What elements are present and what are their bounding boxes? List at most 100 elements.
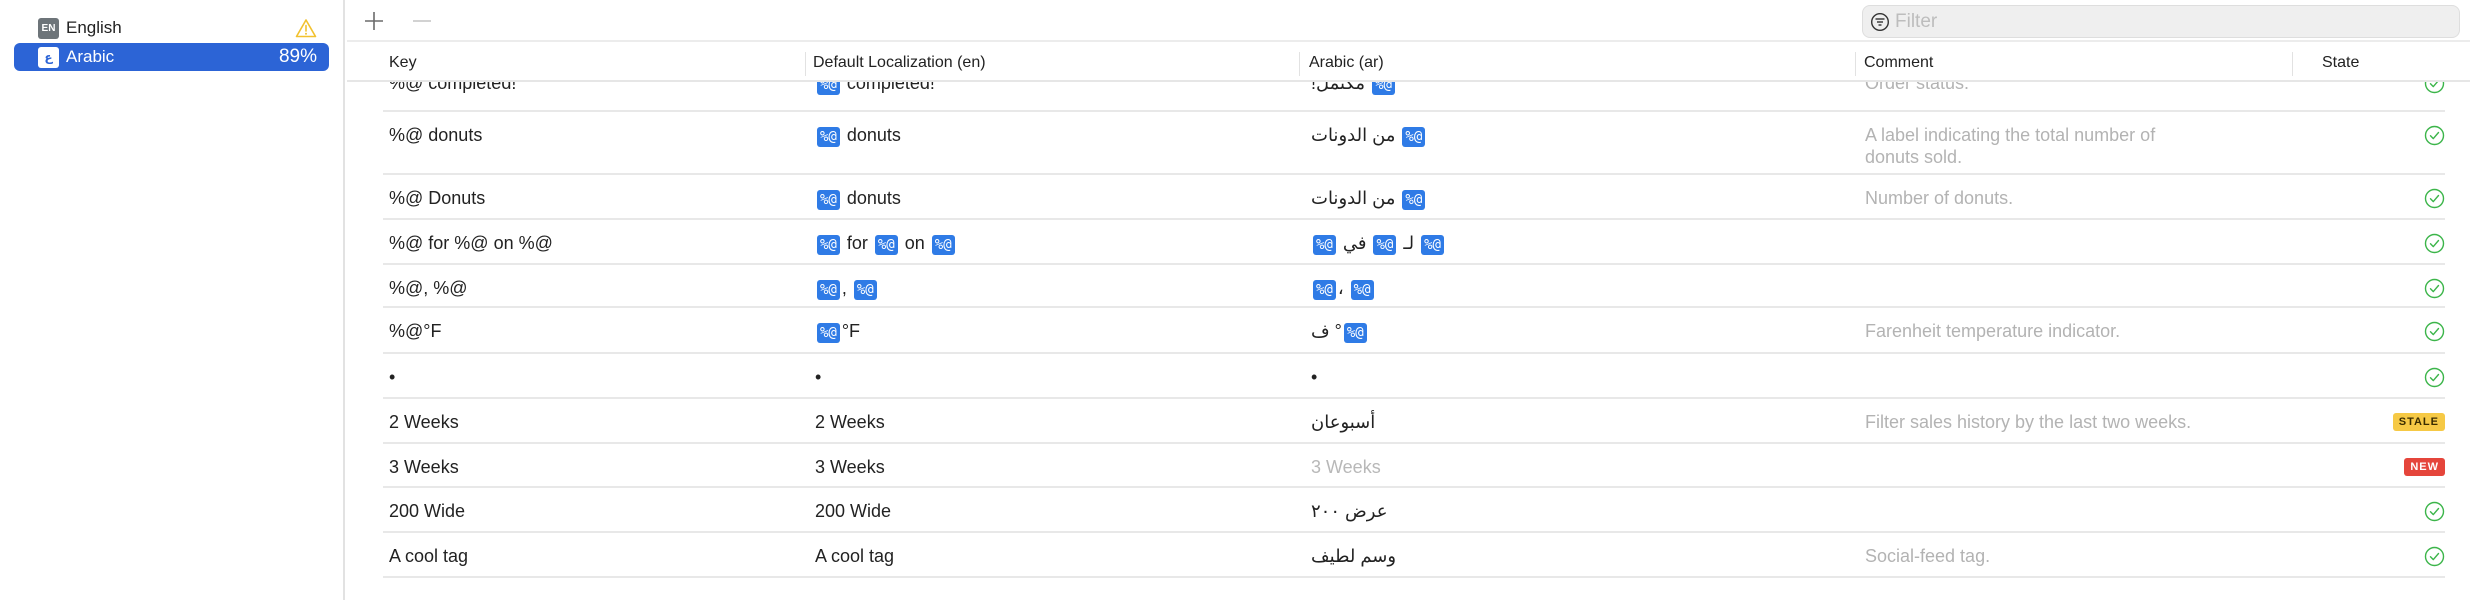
arabic-translation-cell[interactable]: وسم لطيف xyxy=(1311,545,1396,567)
sidebar-item-arabic[interactable]: ع Arabic 89% xyxy=(14,43,329,71)
column-header-arabic[interactable]: Arabic (ar) xyxy=(1309,44,1384,82)
comment-cell[interactable]: A label indicating the total number of d… xyxy=(1865,124,2205,168)
column-divider[interactable] xyxy=(805,52,806,76)
text-segment: من الدونات xyxy=(1311,188,1401,208)
text-segment: في xyxy=(1337,233,1372,253)
state-cell: STALE xyxy=(2385,413,2445,431)
translated-check-icon xyxy=(2424,82,2445,94)
translated-check-icon xyxy=(2424,546,2445,567)
arabic-translation-cell[interactable]: %@ من الدونات xyxy=(1311,187,1427,210)
translated-check-icon xyxy=(2424,278,2445,299)
arabic-translation-cell[interactable]: %@ من الدونات xyxy=(1311,124,1427,147)
table-row[interactable]: 3 Weeks 3 Weeks 3 Weeks NEW xyxy=(383,444,2445,488)
text-segment: °F xyxy=(841,321,861,341)
arabic-translation-cell[interactable]: 3 Weeks xyxy=(1311,456,1381,478)
table-row[interactable]: %@°F %@ °F %@° ف Farenheit temperature indic… xyxy=(383,308,2445,354)
filter-input[interactable] xyxy=(1895,10,2435,33)
comment-cell[interactable]: Number of donuts. xyxy=(1865,187,2205,209)
arabic-translation-cell[interactable]: %@ لـ %@ في %@ xyxy=(1311,232,1446,255)
comment-cell[interactable]: Order status. xyxy=(1865,82,2205,94)
text-segment: • xyxy=(815,367,822,387)
default-localization-cell[interactable]: 200 Wide xyxy=(815,500,891,522)
language-code-badge: EN xyxy=(38,17,59,39)
table-row[interactable]: A cool tag A cool tag وسم لطيف Social-feed … xyxy=(383,533,2445,578)
format-placeholder-chip: %@ xyxy=(817,127,840,147)
new-badge: NEW xyxy=(2404,458,2445,476)
table-row[interactable]: %@ donuts %@ donuts %@ من الدونات A label i… xyxy=(383,112,2445,175)
sidebar-item-english[interactable]: EN English xyxy=(14,14,329,42)
default-localization-cell[interactable]: %@ for %@ on %@ xyxy=(815,232,957,255)
default-localization-cell[interactable]: %@ °F xyxy=(815,320,860,343)
column-divider[interactable] xyxy=(1855,52,1856,76)
text-segment: , xyxy=(841,278,852,298)
filter-field[interactable] xyxy=(1862,5,2460,38)
key-cell[interactable]: 3 Weeks xyxy=(389,456,459,478)
table-row[interactable]: %@ completed! %@ completed! %@ مكتمل! Order… xyxy=(383,82,2445,112)
default-localization-cell[interactable]: • xyxy=(815,366,821,388)
key-cell[interactable]: %@, %@ xyxy=(389,277,468,299)
format-placeholder-chip: %@ xyxy=(1313,235,1336,255)
state-cell xyxy=(2385,233,2445,254)
key-cell[interactable]: A cool tag xyxy=(389,545,468,567)
arabic-translation-cell[interactable]: %@ مكتمل! xyxy=(1311,82,1397,95)
default-localization-cell[interactable]: 3 Weeks xyxy=(815,456,885,478)
translated-check-icon xyxy=(2424,188,2445,209)
add-button[interactable] xyxy=(359,6,389,36)
format-placeholder-chip: %@ xyxy=(1421,235,1444,255)
column-header-key[interactable]: Key xyxy=(389,44,417,82)
text-segment: من الدونات xyxy=(1311,125,1401,145)
table-row[interactable]: %@ for %@ on %@ %@ for %@ on %@ %@ لـ %@ ف… xyxy=(383,220,2445,265)
default-localization-cell[interactable]: %@, %@ xyxy=(815,277,879,300)
arabic-translation-cell[interactable]: عرض ٢٠٠ xyxy=(1311,500,1387,522)
key-cell[interactable]: %@ completed! xyxy=(389,82,516,94)
column-divider[interactable] xyxy=(1299,52,1300,76)
format-placeholder-chip: %@ xyxy=(1373,235,1397,255)
column-divider[interactable] xyxy=(2292,52,2293,76)
table-row[interactable]: • • • xyxy=(383,354,2445,399)
table-header: Key Default Localization (en) Arabic (ar… xyxy=(347,44,2470,82)
default-localization-cell[interactable]: 2 Weeks xyxy=(815,411,885,433)
column-header-default[interactable]: Default Localization (en) xyxy=(813,44,986,82)
key-cell[interactable]: %@ Donuts xyxy=(389,187,485,209)
stale-badge: STALE xyxy=(2392,413,2445,431)
comment-cell[interactable]: Filter sales history by the last two wee… xyxy=(1865,411,2205,433)
state-cell xyxy=(2385,82,2445,94)
text-segment: لـ xyxy=(1398,233,1420,253)
language-code-badge: ع xyxy=(38,46,59,68)
remove-button[interactable] xyxy=(407,6,437,36)
table-row[interactable]: %@ Donuts %@ donuts %@ من الدونات Number of… xyxy=(383,175,2445,220)
text-segment: • xyxy=(1311,367,1318,387)
key-cell[interactable]: %@ donuts xyxy=(389,124,482,146)
table-row[interactable]: 200 Wide 200 Wide عرض ٢٠٠ xyxy=(383,488,2445,533)
key-cell[interactable]: %@°F xyxy=(389,320,441,342)
state-cell xyxy=(2385,321,2445,342)
default-localization-cell[interactable]: %@ donuts xyxy=(815,187,901,210)
default-localization-cell[interactable]: %@ completed! xyxy=(815,82,935,95)
arabic-translation-cell[interactable]: أسبوعان xyxy=(1311,411,1375,433)
format-placeholder-chip: %@ xyxy=(853,280,877,300)
key-cell[interactable]: 2 Weeks xyxy=(389,411,459,433)
column-header-state[interactable]: State xyxy=(2322,44,2359,82)
key-cell[interactable]: %@ for %@ on %@ xyxy=(389,232,553,254)
arabic-translation-cell[interactable]: %@ ، %@ xyxy=(1311,277,1376,300)
text-segment: for xyxy=(841,233,873,253)
language-name: Arabic xyxy=(66,47,115,66)
key-cell[interactable]: • xyxy=(389,366,395,388)
key-cell[interactable]: 200 Wide xyxy=(389,500,465,522)
text-segment: 3 Weeks xyxy=(1311,457,1381,477)
comment-cell[interactable]: Farenheit temperature indicator. xyxy=(1865,320,2205,342)
comment-cell[interactable]: Social-feed tag. xyxy=(1865,545,2205,567)
format-placeholder-chip: %@ xyxy=(817,280,840,300)
arabic-translation-cell[interactable]: • xyxy=(1311,366,1317,388)
default-localization-cell[interactable]: A cool tag xyxy=(815,545,894,567)
default-localization-cell[interactable]: %@ donuts xyxy=(815,124,901,147)
translated-check-icon xyxy=(2424,233,2445,254)
state-cell xyxy=(2385,188,2445,209)
table-row[interactable]: 2 Weeks 2 Weeks أسبوعان Filter sales histor… xyxy=(383,399,2445,444)
table-row[interactable]: %@, %@ %@, %@ %@ ، %@ xyxy=(383,265,2445,308)
state-cell xyxy=(2385,125,2445,146)
format-placeholder-chip: %@ xyxy=(817,235,840,255)
column-header-comment[interactable]: Comment xyxy=(1864,44,1933,82)
language-sidebar: EN English ع Arabic 89% xyxy=(0,0,345,600)
arabic-translation-cell[interactable]: %@° ف xyxy=(1311,320,1369,343)
